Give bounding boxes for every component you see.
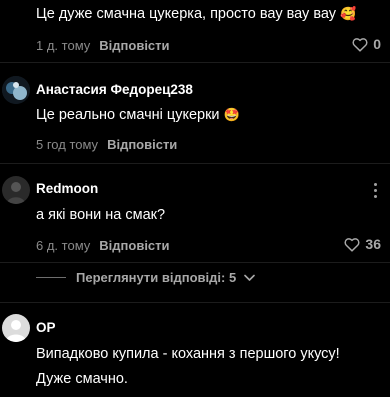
comment-text-line1: Випадково купила - кохання з першого уку… (36, 346, 340, 362)
smiling-face-with-hearts-emoji: 🥰 (340, 6, 357, 21)
reply-button[interactable]: Відповісти (99, 38, 169, 53)
comment-author[interactable]: Анастасия Федорец238 (36, 82, 193, 97)
divider (0, 262, 390, 263)
divider (0, 62, 390, 63)
like-button[interactable]: 36 (344, 236, 381, 252)
comment-text-body: Це дуже смачна цукерка, просто вау вау в… (36, 6, 337, 22)
like-count: 36 (365, 236, 381, 252)
comment-author[interactable]: Redmoon (36, 181, 98, 196)
comment-timestamp: 1 д. тому (36, 38, 91, 53)
view-replies-button[interactable]: Переглянути відповіді: 5 (36, 270, 255, 285)
comment-text-body: Це реально смачні цукерки (36, 107, 220, 123)
avatar[interactable] (2, 176, 30, 204)
heart-outline-icon (344, 237, 360, 252)
comment-timestamp: 6 д. тому (36, 238, 91, 253)
comment-text: а які вони на смак? (36, 207, 166, 223)
like-button[interactable]: 0 (352, 36, 381, 52)
default-avatar-icon (2, 314, 30, 342)
divider (0, 302, 390, 303)
star-struck-emoji: 🤩 (223, 107, 240, 122)
comment-author[interactable]: OP (36, 320, 56, 335)
like-count: 0 (373, 36, 381, 52)
avatar[interactable] (2, 76, 30, 104)
comment-text-line2: Дуже смачно. (36, 371, 128, 387)
view-replies-label: Переглянути відповіді: 5 (76, 270, 237, 285)
more-vertical-icon[interactable] (374, 183, 378, 198)
chevron-down-icon (244, 274, 255, 281)
heart-outline-icon (352, 37, 368, 52)
reply-button[interactable]: Відповісти (99, 238, 169, 253)
avatar-image (2, 176, 30, 204)
avatar[interactable] (2, 314, 30, 342)
replies-indicator-line (36, 277, 66, 278)
divider (0, 163, 390, 164)
comment-text: Це дуже смачна цукерка, просто вау вау в… (36, 6, 356, 22)
reply-button[interactable]: Відповісти (107, 137, 177, 152)
avatar-image (2, 76, 30, 104)
comment-timestamp: 5 год тому (36, 137, 99, 152)
comment-text: Це реально смачні цукерки 🤩 (36, 107, 240, 123)
